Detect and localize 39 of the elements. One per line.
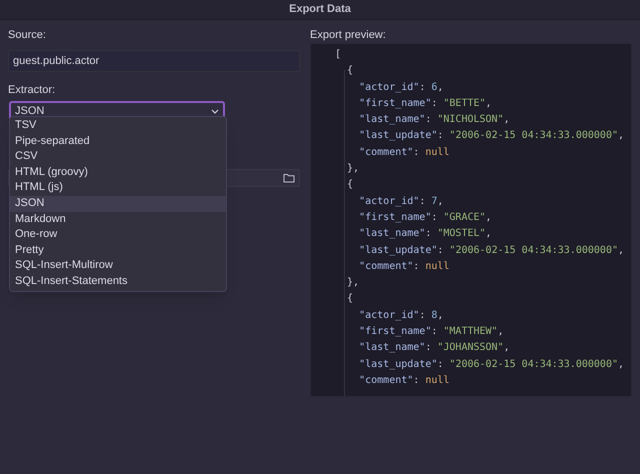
source-field[interactable]: guest.public.actor	[8, 50, 300, 72]
code-line: "actor_id": 8,	[358, 308, 444, 323]
dropdown-option[interactable]: Markdown	[10, 212, 226, 228]
code-line: "last_name": "JOHANSSON",	[358, 341, 510, 356]
dropdown-option[interactable]: TSV	[10, 118, 226, 134]
code-line: {	[346, 178, 354, 192]
code-line: "last_update": "2006-02-15 04:34:33.000000",	[358, 129, 624, 144]
code-line: "actor_id": 7,	[358, 194, 444, 209]
dropdown-option[interactable]: SQL-Insert-Multirow	[10, 258, 226, 274]
window-title: Export Data	[289, 2, 351, 18]
dropdown-option[interactable]: HTML (groovy)	[10, 164, 226, 180]
dropdown-option[interactable]: JSON	[10, 196, 226, 212]
dropdown-option[interactable]: Pretty	[10, 242, 226, 258]
code-line: "last_update": "2006-02-15 04:34:33.000000",	[358, 358, 624, 372]
field-label: Export preview:	[310, 28, 387, 41]
code-line: "first_name": "GRACE",	[358, 210, 492, 225]
dropdown-option[interactable]: HTML (js)	[10, 180, 226, 196]
dropdown-option[interactable]: SQL-Insert-Statements	[10, 274, 226, 290]
folder-icon	[283, 173, 295, 183]
field-label: Extractor:	[8, 83, 56, 96]
code-line: "first_name": "BETTE",	[358, 96, 492, 111]
code-line: "comment": null	[358, 374, 450, 388]
code-line: "last_name": "NICHOLSON",	[358, 113, 510, 128]
dropdown-option[interactable]: CSV	[10, 149, 226, 165]
code-line: {	[346, 292, 354, 306]
code-line: "last_update": "2006-02-15 04:34:33.000000",	[358, 244, 624, 258]
code-line: "first_name": "MATTHEW",	[358, 325, 504, 340]
code-line: [	[335, 48, 342, 62]
code-line: {	[346, 64, 354, 78]
dropdown-option[interactable]: One-row	[10, 227, 226, 243]
field-label: Source:	[8, 28, 47, 41]
code-line: "comment": null	[358, 260, 450, 274]
code-line: },	[346, 276, 360, 290]
code-line: "last_name": "MOSTEL",	[358, 227, 492, 242]
code-line: "actor_id": 6,	[358, 80, 444, 95]
code-line: },	[346, 162, 360, 176]
dropdown-option[interactable]: Pipe-separated	[10, 134, 226, 150]
chevron-down-icon	[211, 108, 219, 114]
code-line: "comment": null	[358, 146, 450, 160]
